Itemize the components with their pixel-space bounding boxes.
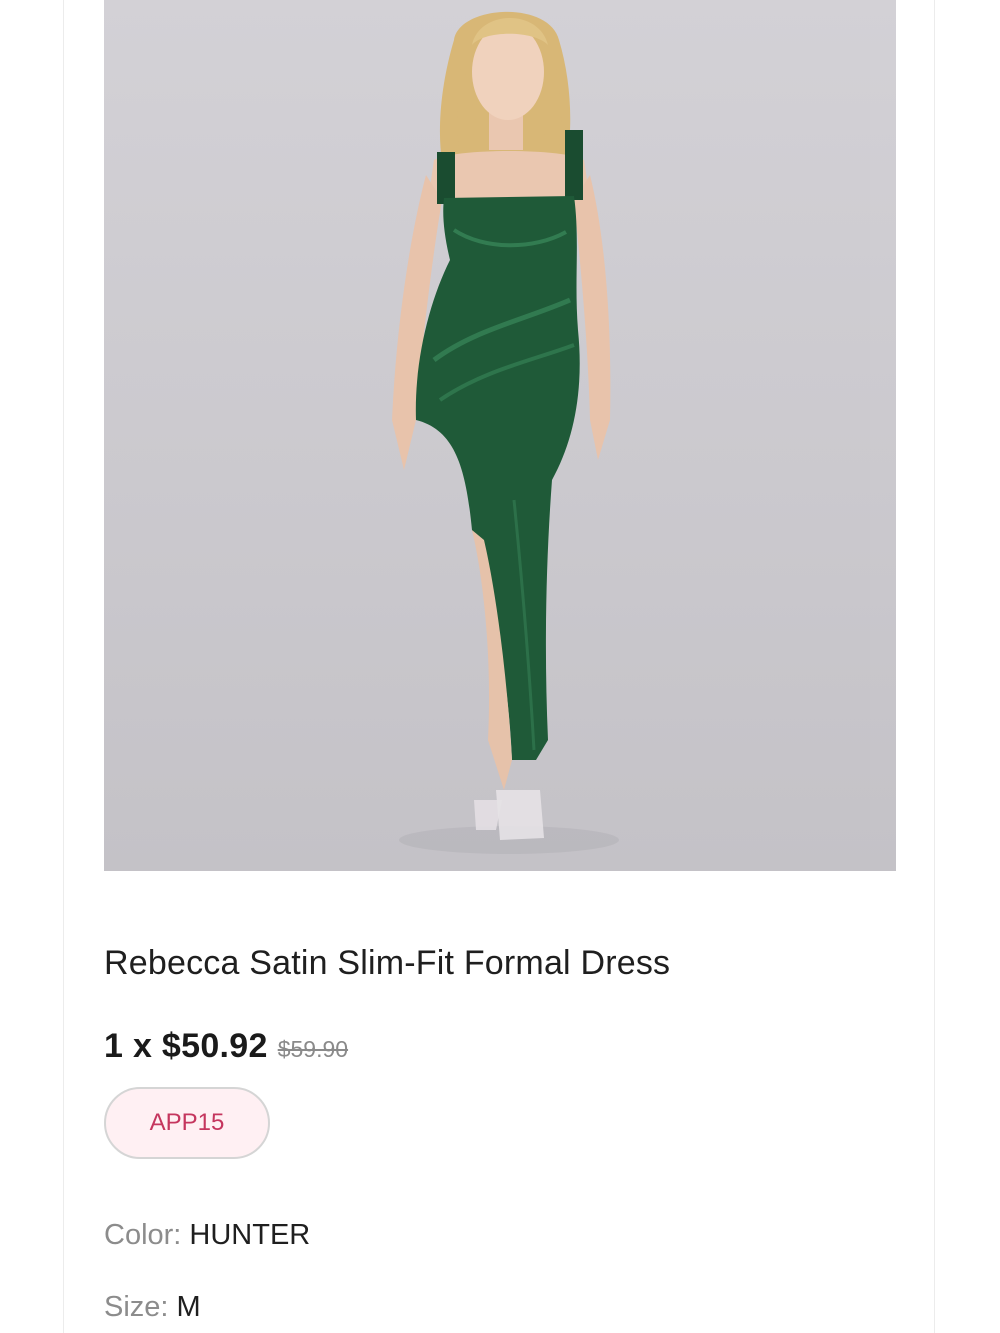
current-price: 1 x $50.92 xyxy=(104,1027,268,1065)
color-attribute: Color: HUNTER xyxy=(104,1219,310,1252)
size-value: M xyxy=(176,1291,201,1323)
price-row: 1 x $50.92 $59.90 xyxy=(104,1027,348,1066)
product-image[interactable] xyxy=(104,0,896,871)
page: Rebecca Satin Slim-Fit Formal Dress 1 x … xyxy=(0,0,1000,1333)
product-title[interactable]: Rebecca Satin Slim-Fit Formal Dress xyxy=(104,944,670,983)
original-price: $59.90 xyxy=(277,1036,349,1062)
size-attribute: Size: M xyxy=(104,1291,201,1324)
dress-photo-illustration xyxy=(392,11,619,854)
color-label: Color: xyxy=(104,1219,182,1251)
promo-code-badge[interactable]: APP15 xyxy=(104,1087,270,1159)
color-value: HUNTER xyxy=(189,1219,311,1251)
size-label: Size: xyxy=(104,1291,169,1323)
